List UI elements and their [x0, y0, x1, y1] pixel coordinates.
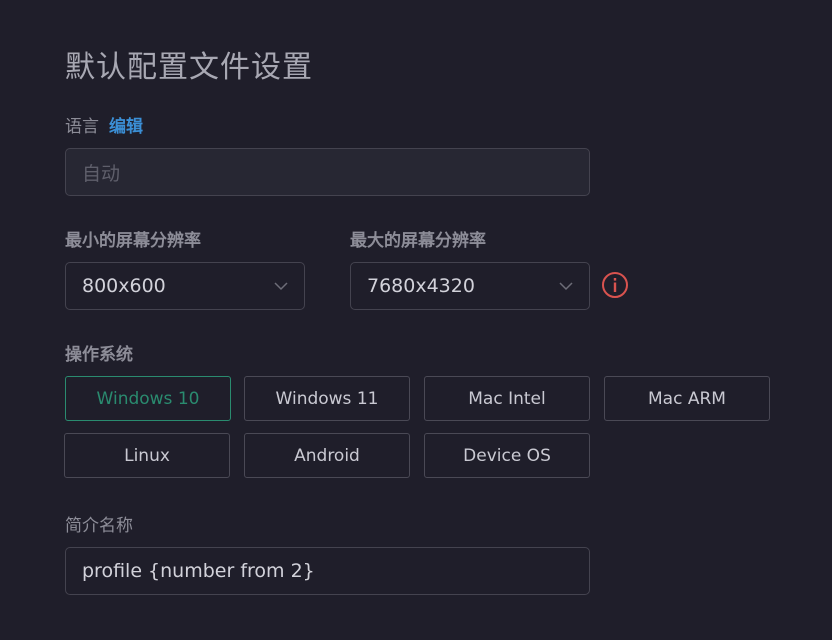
- os-option-label: Mac Intel: [468, 388, 546, 409]
- os-option-windows-11[interactable]: Windows 11: [244, 376, 410, 421]
- os-option-mac-intel[interactable]: Mac Intel: [424, 376, 590, 421]
- os-option-label: Android: [294, 445, 360, 466]
- os-option-android[interactable]: Android: [244, 433, 410, 478]
- os-option-label: Device OS: [463, 445, 551, 466]
- max-resolution-label: 最大的屏幕分辨率: [350, 231, 486, 251]
- chevron-down-icon: [274, 282, 288, 291]
- profile-name-value: profile {number from 2}: [82, 560, 315, 582]
- os-option-windows-10[interactable]: Windows 10: [65, 376, 231, 421]
- language-label-row: 语言 编辑: [65, 112, 143, 137]
- language-label: 语言: [65, 117, 99, 137]
- chevron-down-icon: [559, 282, 573, 291]
- max-resolution-value: 7680x4320: [367, 275, 475, 297]
- language-input-placeholder: 自动: [82, 162, 121, 185]
- os-option-label: Mac ARM: [648, 388, 726, 409]
- info-circle-icon[interactable]: [601, 271, 629, 299]
- os-option-linux[interactable]: Linux: [64, 433, 230, 478]
- max-resolution-select[interactable]: 7680x4320: [350, 262, 590, 310]
- min-resolution-label: 最小的屏幕分辨率: [65, 231, 201, 251]
- os-option-mac-arm[interactable]: Mac ARM: [604, 376, 770, 421]
- os-option-label: Windows 10: [96, 388, 200, 409]
- page-title: 默认配置文件设置: [65, 50, 313, 85]
- language-edit-link[interactable]: 编辑: [109, 117, 143, 137]
- os-option-label: Windows 11: [275, 388, 379, 409]
- os-option-label: Linux: [124, 445, 170, 466]
- default-profile-settings-page: 默认配置文件设置 语言 编辑 自动 最小的屏幕分辨率 最大的屏幕分辨率 800x6…: [0, 0, 832, 640]
- profile-name-input[interactable]: profile {number from 2}: [65, 547, 590, 595]
- language-input[interactable]: 自动: [65, 148, 590, 196]
- os-option-device-os[interactable]: Device OS: [424, 433, 590, 478]
- min-resolution-value: 800x600: [82, 275, 166, 297]
- os-label: 操作系统: [65, 345, 133, 365]
- min-resolution-select[interactable]: 800x600: [65, 262, 305, 310]
- profile-name-label: 简介名称: [65, 516, 133, 536]
